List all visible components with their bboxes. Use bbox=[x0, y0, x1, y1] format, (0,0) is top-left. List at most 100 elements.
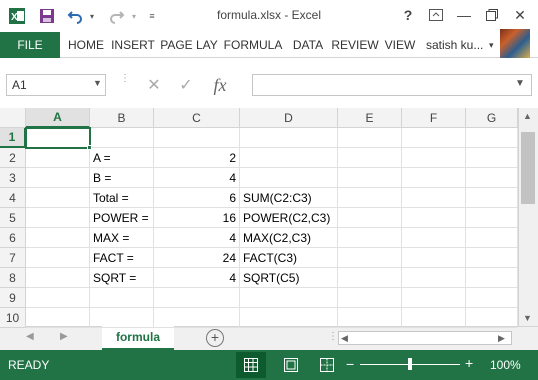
close-button[interactable]: ✕ bbox=[508, 4, 532, 26]
cell-a3[interactable] bbox=[26, 168, 90, 188]
sheet-tab-formula[interactable]: formula bbox=[102, 326, 174, 350]
cell-e6[interactable] bbox=[338, 228, 402, 248]
cell-f5[interactable] bbox=[402, 208, 466, 228]
cell-g9[interactable] bbox=[466, 288, 518, 308]
cell-c10[interactable] bbox=[154, 308, 240, 328]
cell-e7[interactable] bbox=[338, 248, 402, 268]
cell-d4[interactable]: SUM(C2:C3) bbox=[240, 188, 338, 208]
cell-a10[interactable] bbox=[26, 308, 90, 328]
cancel-entry-icon[interactable]: ✕ bbox=[138, 75, 170, 95]
user-name[interactable]: satish ku... bbox=[426, 32, 483, 58]
name-box-dropdown-icon[interactable]: ▼ bbox=[93, 78, 102, 88]
horizontal-scrollbar[interactable] bbox=[338, 331, 512, 345]
cell-c9[interactable] bbox=[154, 288, 240, 308]
cell-b7[interactable]: FACT = bbox=[90, 248, 154, 268]
tab-review[interactable]: REVIEW bbox=[330, 32, 380, 58]
cell-f9[interactable] bbox=[402, 288, 466, 308]
user-dropdown-icon[interactable]: ▾ bbox=[489, 40, 494, 51]
cell-c6[interactable]: 4 bbox=[154, 228, 240, 248]
vertical-scroll-thumb[interactable] bbox=[521, 132, 535, 204]
zoom-in-button[interactable]: + bbox=[465, 355, 473, 371]
previous-sheet-icon[interactable]: ◀ bbox=[26, 331, 34, 342]
cell-b3[interactable]: B = bbox=[90, 168, 154, 188]
cell-g5[interactable] bbox=[466, 208, 518, 228]
cell-d6[interactable]: MAX(C2,C3) bbox=[240, 228, 338, 248]
minimize-button[interactable]: — bbox=[452, 4, 476, 26]
row-header[interactable]: 5 bbox=[0, 208, 26, 228]
cell-a8[interactable] bbox=[26, 268, 90, 288]
scroll-up-icon[interactable]: ▲ bbox=[523, 111, 532, 121]
page-layout-view-icon[interactable] bbox=[276, 352, 306, 378]
row-header[interactable]: 9 bbox=[0, 288, 26, 308]
row-header[interactable]: 6 bbox=[0, 228, 26, 248]
ribbon-display-options-icon[interactable] bbox=[424, 4, 448, 26]
tab-view[interactable]: VIEW bbox=[382, 32, 418, 58]
cell-e10[interactable] bbox=[338, 308, 402, 328]
formula-input[interactable] bbox=[252, 74, 532, 96]
cell-d7[interactable]: FACT(C3) bbox=[240, 248, 338, 268]
cell-f3[interactable] bbox=[402, 168, 466, 188]
next-sheet-icon[interactable]: ▶ bbox=[60, 331, 68, 342]
cell-b6[interactable]: MAX = bbox=[90, 228, 154, 248]
cell-f8[interactable] bbox=[402, 268, 466, 288]
tab-insert[interactable]: INSERT bbox=[110, 32, 156, 58]
cell-d2[interactable] bbox=[240, 148, 338, 168]
fill-handle[interactable] bbox=[87, 145, 92, 150]
cell-g2[interactable] bbox=[466, 148, 518, 168]
tab-formulas[interactable]: FORMULA bbox=[222, 32, 284, 58]
cell-f10[interactable] bbox=[402, 308, 466, 328]
cell-d9[interactable] bbox=[240, 288, 338, 308]
cell-f4[interactable] bbox=[402, 188, 466, 208]
cell-b4[interactable]: Total = bbox=[90, 188, 154, 208]
cell-c7[interactable]: 24 bbox=[154, 248, 240, 268]
cell-a9[interactable] bbox=[26, 288, 90, 308]
cell-d10[interactable] bbox=[240, 308, 338, 328]
row-header[interactable]: 10 bbox=[0, 308, 26, 328]
avatar[interactable] bbox=[500, 29, 530, 59]
cell-e9[interactable] bbox=[338, 288, 402, 308]
cell-d1[interactable] bbox=[240, 128, 338, 148]
cell-c2[interactable]: 2 bbox=[154, 148, 240, 168]
column-header-c[interactable]: C bbox=[154, 108, 240, 128]
cell-b2[interactable]: A = bbox=[90, 148, 154, 168]
tab-data[interactable]: DATA bbox=[288, 32, 328, 58]
cell-b5[interactable]: POWER = bbox=[90, 208, 154, 228]
column-header-f[interactable]: F bbox=[402, 108, 466, 128]
cell-e8[interactable] bbox=[338, 268, 402, 288]
cell-g8[interactable] bbox=[466, 268, 518, 288]
active-cell[interactable] bbox=[25, 127, 91, 149]
tab-page-layout[interactable]: PAGE LAY bbox=[158, 32, 220, 58]
cell-b9[interactable] bbox=[90, 288, 154, 308]
cell-e3[interactable] bbox=[338, 168, 402, 188]
cell-f1[interactable] bbox=[402, 128, 466, 148]
cell-c1[interactable] bbox=[154, 128, 240, 148]
expand-formula-bar-icon[interactable]: ▼ bbox=[515, 78, 525, 89]
new-sheet-button[interactable]: + bbox=[206, 329, 224, 347]
cell-b8[interactable]: SQRT = bbox=[90, 268, 154, 288]
column-header-d[interactable]: D bbox=[240, 108, 338, 128]
column-header-a[interactable]: A bbox=[26, 108, 90, 128]
cell-f2[interactable] bbox=[402, 148, 466, 168]
cell-c3[interactable]: 4 bbox=[154, 168, 240, 188]
select-all-corner[interactable] bbox=[0, 108, 26, 128]
cell-e1[interactable] bbox=[338, 128, 402, 148]
row-header[interactable]: 7 bbox=[0, 248, 26, 268]
cell-b1[interactable] bbox=[90, 128, 154, 148]
cell-d8[interactable]: SQRT(C5) bbox=[240, 268, 338, 288]
cell-c5[interactable]: 16 bbox=[154, 208, 240, 228]
scroll-right-icon[interactable]: ▶ bbox=[498, 333, 505, 344]
row-header[interactable]: 1 bbox=[0, 128, 26, 148]
cell-b10[interactable] bbox=[90, 308, 154, 328]
cell-c8[interactable]: 4 bbox=[154, 268, 240, 288]
tab-home[interactable]: HOME bbox=[64, 32, 108, 58]
cell-d3[interactable] bbox=[240, 168, 338, 188]
cell-a4[interactable] bbox=[26, 188, 90, 208]
row-header[interactable]: 8 bbox=[0, 268, 26, 288]
cell-d5[interactable]: POWER(C2,C3) bbox=[240, 208, 338, 228]
cell-a5[interactable] bbox=[26, 208, 90, 228]
zoom-level[interactable]: 100% bbox=[490, 358, 521, 372]
help-button[interactable]: ? bbox=[396, 4, 420, 26]
cell-g4[interactable] bbox=[466, 188, 518, 208]
normal-view-icon[interactable] bbox=[236, 352, 266, 378]
row-header[interactable]: 3 bbox=[0, 168, 26, 188]
